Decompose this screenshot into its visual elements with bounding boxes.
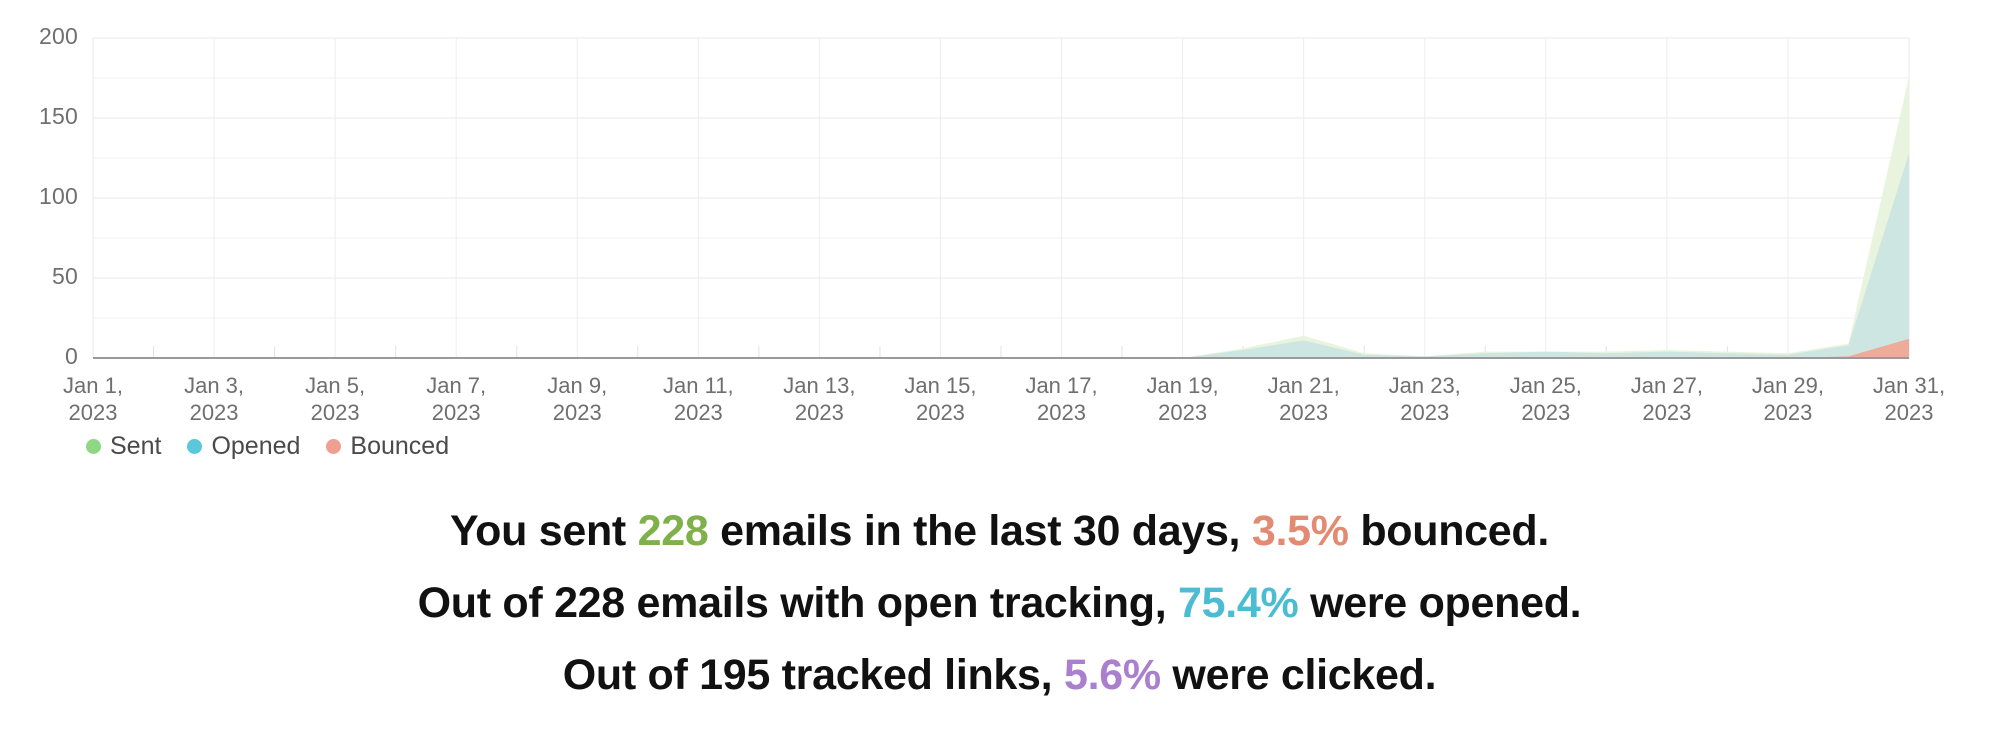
legend-item-sent[interactable]: Sent — [86, 432, 161, 461]
x-tick-label-line: Jan 21, — [1267, 373, 1340, 398]
x-tick-label: Jan 3, 2023 — [184, 372, 244, 426]
x-tick-label-line: Jan 29, — [1751, 373, 1825, 398]
summary-line-sent: You sent 228 emails in the last 30 days,… — [0, 495, 1999, 567]
legend-dot-icon — [86, 439, 101, 454]
x-tick-label-line: Jan 11, — [663, 373, 734, 398]
x-tick-label: Jan 1, 2023 — [63, 372, 123, 426]
x-tick-label: Jan 5, 2023 — [305, 372, 365, 426]
bounce-rate-value: 3.5% — [1251, 507, 1349, 555]
x-tick-label-line: Jan 5, — [305, 373, 366, 398]
legend-dot-icon — [326, 439, 342, 454]
email-stats-panel: 0 50 100 150 200 Jan 1, 2023 Jan 3, 2023 Jan 5, 2… — [0, 0, 1999, 741]
clicked-text-part-1: Out of 195 tracked links, — [562, 651, 1064, 699]
x-tick-label: Jan 7, 2023 — [426, 372, 486, 426]
clicked-text-part-2: were clicked. — [1160, 651, 1437, 699]
x-tick-label-line: 2023 — [794, 400, 844, 425]
x-tick-label: Jan 21, 2023 — [1268, 372, 1340, 426]
x-tick-label-line: 2023 — [1279, 400, 1329, 425]
x-tick-label-line: 2023 — [1037, 400, 1087, 425]
email-activity-chart: 0 50 100 150 200 Jan 1, 2023 Jan 3, 2023 Jan 5, 2… — [0, 0, 1999, 470]
opened-text-part-2: were opened. — [1298, 579, 1582, 627]
legend-label: Bounced — [350, 432, 450, 460]
x-tick-label-line: Jan 7, — [426, 373, 487, 398]
x-tick-label-line: Jan 3, — [184, 373, 245, 398]
x-tick-label: Jan 9, 2023 — [547, 372, 607, 426]
x-tick-label-line: 2023 — [552, 400, 602, 425]
x-tick-label: Jan 25, 2023 — [1510, 372, 1582, 426]
legend-item-opened[interactable]: Opened — [187, 432, 300, 461]
chart-legend: Sent Opened Bounced — [86, 432, 449, 461]
x-tick-label-line: Jan 19, — [1146, 373, 1219, 398]
x-tick-label-line: Jan 25, — [1509, 373, 1582, 398]
x-tick-label-line: Jan 15, — [904, 373, 977, 398]
sent-text-part-3: bounced. — [1348, 507, 1550, 555]
x-tick-label-line: 2023 — [1884, 400, 1934, 425]
sent-text-part-1: You sent — [449, 507, 638, 555]
x-tick-label: Jan 23, 2023 — [1389, 372, 1461, 426]
summary-line-clicked: Out of 195 tracked links, 5.6% were clic… — [0, 639, 1999, 711]
x-tick-label-line: 2023 — [1763, 400, 1813, 425]
x-tick-label-line: Jan 1, — [63, 373, 123, 398]
opened-text-part-1: Out of 228 emails with open tracking, — [417, 579, 1179, 627]
x-tick-label-line: 2023 — [1642, 400, 1692, 425]
x-tick-label-line: Jan 17, — [1025, 373, 1098, 398]
legend-item-bounced[interactable]: Bounced — [326, 432, 449, 461]
x-tick-label-line: Jan 27, — [1630, 373, 1703, 398]
x-tick-label-line: 2023 — [189, 400, 239, 425]
x-tick-label-line: 2023 — [1400, 400, 1450, 425]
legend-label: Opened — [211, 432, 301, 460]
x-tick-label-line: 2023 — [915, 400, 965, 425]
legend-label: Sent — [110, 432, 162, 460]
x-tick-label-line: Jan 31, — [1872, 373, 1946, 398]
area-series-sent — [93, 76, 1909, 359]
open-rate-value: 75.4% — [1178, 579, 1299, 627]
x-tick-label-line: Jan 9, — [547, 373, 608, 398]
click-rate-value: 5.6% — [1063, 651, 1161, 699]
sent-text-part-2: emails in the last 30 days, — [708, 507, 1252, 555]
x-tick-label-line: 2023 — [1158, 400, 1208, 425]
x-tick-label-line: 2023 — [1521, 400, 1571, 425]
legend-dot-icon — [187, 439, 203, 454]
x-tick-label: Jan 27, 2023 — [1631, 372, 1703, 426]
x-tick-label-line: 2023 — [310, 400, 360, 425]
summary-text-block: You sent 228 emails in the last 30 days,… — [0, 495, 1999, 711]
sent-count-value: 228 — [637, 507, 709, 555]
x-tick-label-line: 2023 — [68, 400, 118, 425]
x-tick-label: Jan 17, 2023 — [1025, 372, 1097, 426]
x-tick-label: Jan 29, 2023 — [1752, 372, 1824, 426]
x-tick-label: Jan 11, 2023 — [663, 372, 734, 426]
x-tick-label-line: Jan 23, — [1388, 373, 1461, 398]
summary-line-opened: Out of 228 emails with open tracking, 75… — [0, 567, 1999, 639]
x-tick-label: Jan 31, 2023 — [1873, 372, 1945, 426]
x-tick-label-line: 2023 — [431, 400, 481, 425]
x-tick-label: Jan 13, 2023 — [783, 372, 855, 426]
x-tick-label: Jan 15, 2023 — [904, 372, 976, 426]
x-tick-label-line: 2023 — [673, 400, 723, 425]
x-tick-label-line: Jan 13, — [783, 373, 856, 398]
x-tick-label: Jan 19, 2023 — [1147, 372, 1219, 426]
area-series-opened — [93, 153, 1909, 358]
